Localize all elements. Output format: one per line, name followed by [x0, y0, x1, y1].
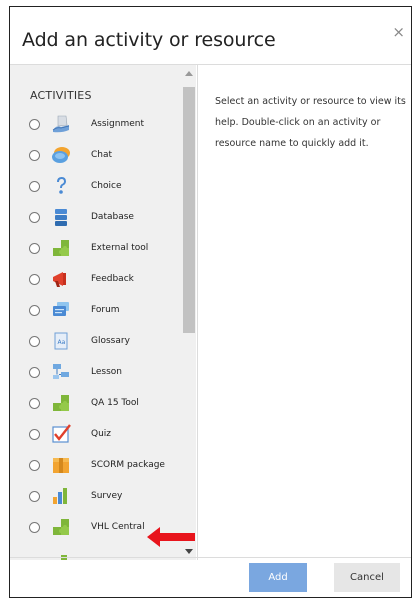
activity-item-assignment[interactable]: Assignment [10, 110, 182, 140]
red-arrow-icon [147, 527, 195, 547]
help-text: Select an activity or resource to view i… [215, 96, 406, 149]
close-icon[interactable]: × [392, 23, 405, 41]
activity-list-scrollbar[interactable] [182, 65, 196, 560]
feedback-icon [53, 272, 66, 287]
activity-label: Chat [91, 150, 113, 160]
activity-label: Feedback [91, 274, 134, 284]
dialog-header: Add an activity or resource × [10, 7, 411, 65]
dialog-footer: Add Cancel [10, 557, 411, 597]
activity-item-survey[interactable]: Survey [10, 482, 182, 512]
activity-item-database[interactable]: Database [10, 203, 182, 233]
activity-radio[interactable] [29, 429, 40, 440]
dialog-title: Add an activity or resource [22, 29, 276, 51]
help-panel: Select an activity or resource to view i… [197, 65, 411, 560]
activity-radio[interactable] [29, 398, 40, 409]
chat-icon [52, 147, 70, 163]
activity-radio[interactable] [29, 522, 40, 533]
activity-radio[interactable] [29, 150, 40, 161]
activity-radio[interactable] [29, 336, 40, 347]
scorm-package-icon [53, 458, 69, 473]
activity-item-qa-15-tool[interactable]: QA 15 Tool [10, 389, 182, 419]
cancel-button[interactable]: Cancel [334, 563, 400, 592]
external-tool-icon [53, 240, 69, 256]
activity-radio[interactable] [29, 243, 40, 254]
activity-label: Lesson [91, 367, 122, 377]
activity-label: Survey [91, 491, 123, 501]
activities-section-label: ACTIVITIES [30, 89, 92, 102]
activity-item-choice[interactable]: Choice [10, 172, 182, 202]
add-button[interactable]: Add [249, 563, 307, 592]
activity-label: Choice [91, 181, 122, 191]
forum-icon [53, 302, 69, 316]
scroll-down-icon[interactable] [185, 549, 193, 554]
activity-radio[interactable] [29, 305, 40, 316]
activity-item-forum[interactable]: Forum [10, 296, 182, 326]
activity-radio[interactable] [29, 274, 40, 285]
dialog-body: ACTIVITIES Assignment Chat Choice Databa… [10, 65, 411, 560]
activity-radio[interactable] [29, 491, 40, 502]
choice-icon [57, 177, 66, 194]
assignment-icon [52, 115, 70, 133]
lesson-icon [53, 364, 69, 379]
svg-text:Aa: Aa [58, 339, 66, 346]
activity-label: Glossary [91, 336, 130, 346]
activity-radio[interactable] [29, 119, 40, 130]
quiz-icon [52, 424, 71, 443]
activity-item-quiz[interactable]: Quiz [10, 420, 182, 450]
activity-label: Forum [91, 305, 120, 315]
activity-radio[interactable] [29, 460, 40, 471]
activity-item-chat[interactable]: Chat [10, 141, 182, 171]
activity-label: Database [91, 212, 134, 222]
glossary-icon: Aa [54, 332, 68, 350]
activity-item-lesson[interactable]: Lesson [10, 358, 182, 388]
activity-label: QA 15 Tool [91, 398, 139, 408]
activity-radio[interactable] [29, 212, 40, 223]
activity-radio[interactable] [29, 181, 40, 192]
activity-list-panel: ACTIVITIES Assignment Chat Choice Databa… [10, 65, 196, 560]
activity-label: SCORM package [91, 460, 165, 470]
scroll-up-icon[interactable] [185, 71, 193, 76]
activity-item-feedback[interactable]: Feedback [10, 265, 182, 295]
add-activity-dialog: Add an activity or resource × ACTIVITIES… [9, 6, 412, 598]
survey-icon [53, 488, 67, 504]
vhl-central-icon [53, 519, 69, 535]
activity-label: Quiz [91, 429, 112, 439]
activity-label: VHL Central [91, 522, 145, 532]
activity-label: External tool [91, 243, 149, 253]
scrollbar-thumb[interactable] [183, 87, 195, 333]
activity-label: Assignment [91, 119, 144, 129]
activity-item-scorm-package[interactable]: SCORM package [10, 451, 182, 481]
activity-radio[interactable] [29, 367, 40, 378]
database-icon [55, 209, 67, 226]
activity-item-external-tool[interactable]: External tool [10, 234, 182, 264]
activity-item-glossary[interactable]: Aa Glossary [10, 327, 182, 357]
qa-tool-icon [53, 395, 69, 411]
